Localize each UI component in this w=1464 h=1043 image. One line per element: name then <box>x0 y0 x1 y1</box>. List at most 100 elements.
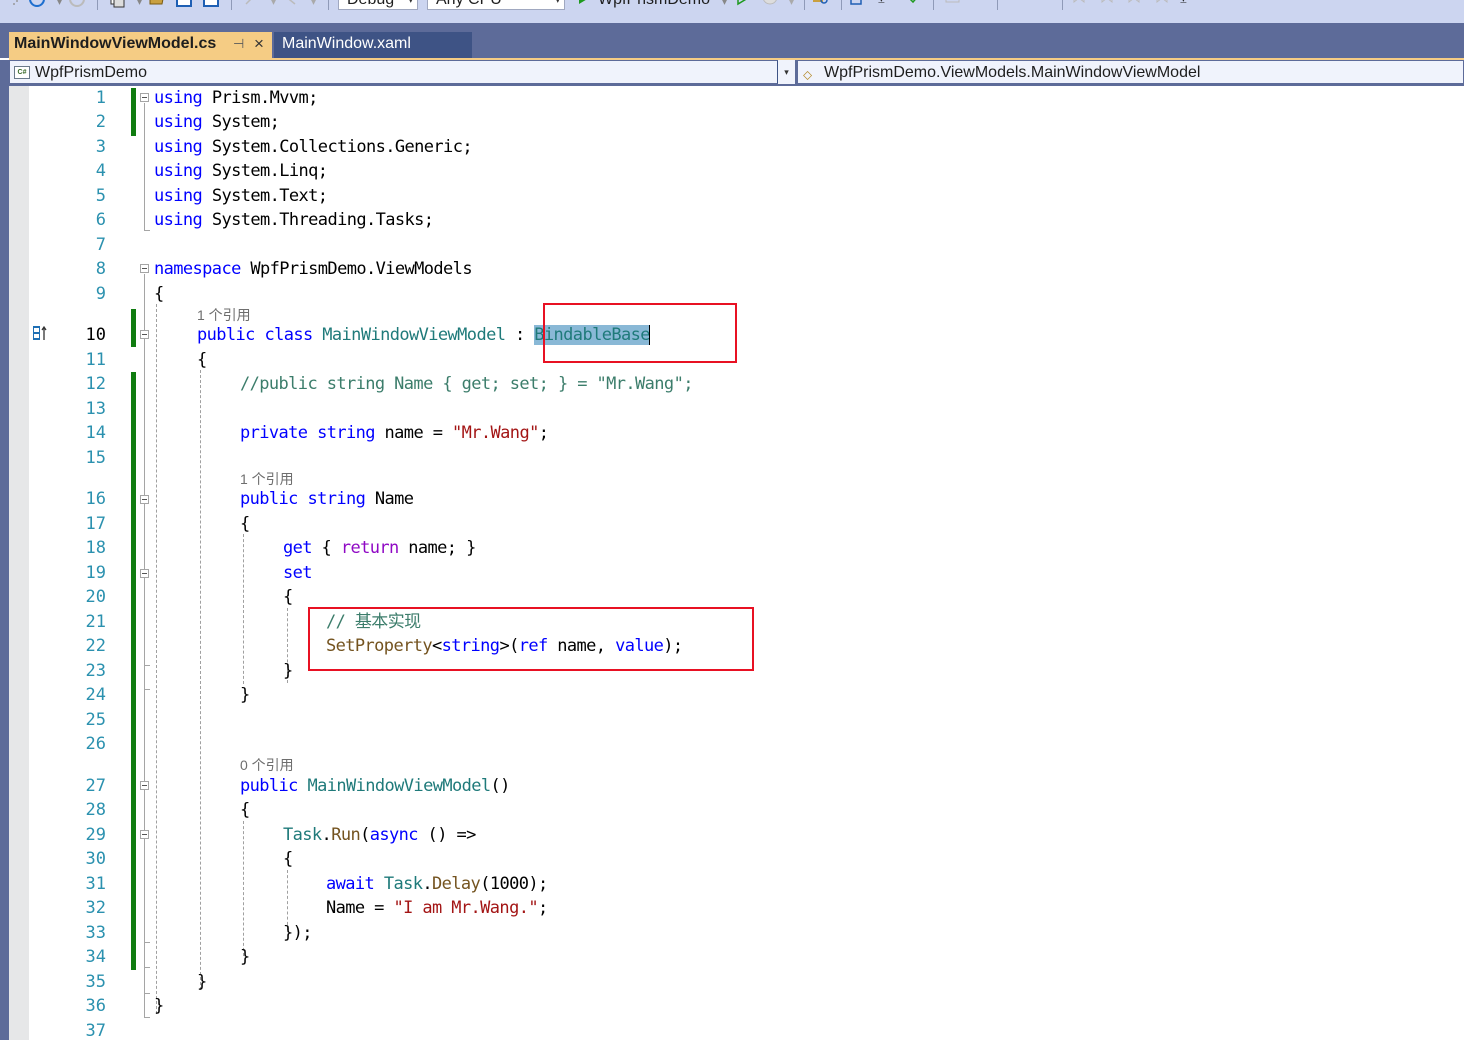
code-line-9: { <box>154 284 164 304</box>
change-indicator <box>131 88 136 136</box>
outdent-icon[interactable] <box>1035 0 1051 8</box>
redo-icon[interactable] <box>283 0 299 8</box>
line-number: 35 <box>85 972 106 992</box>
back-dropdown-icon[interactable]: ▾ <box>57 0 62 17</box>
line-number: 21 <box>85 612 106 632</box>
start-project-label[interactable]: WpfPrismDemo <box>598 0 710 11</box>
bookmark-icon[interactable] <box>1072 0 1088 8</box>
forward-icon[interactable] <box>69 0 85 8</box>
code-line-31: await Task.Delay(1000); <box>326 872 548 896</box>
project-dropdown[interactable]: C# WpfPrismDemo <box>9 60 778 84</box>
code-text: System.Collections.Generic; <box>202 137 473 157</box>
type-name: WpfPrismDemo.ViewModels.MainWindowViewMo… <box>824 64 1201 81</box>
outline-line <box>144 274 145 1018</box>
undo-dropdown-icon[interactable]: ▾ <box>271 0 276 17</box>
code-line-6: using System.Threading.Tasks; <box>154 208 434 232</box>
class-name: MainWindowViewModel <box>322 325 506 345</box>
collapse-icon[interactable] <box>140 495 149 504</box>
type-dropdown[interactable]: ⬦ WpfPrismDemo.ViewModels.MainWindowView… <box>797 60 1464 84</box>
keyword: using <box>154 88 203 108</box>
code-line-28: { <box>240 800 250 820</box>
code-text: ; <box>537 898 548 918</box>
code-text: WpfPrismDemo.ViewModels <box>240 259 472 279</box>
code-line-23: } <box>283 661 293 681</box>
back-icon[interactable] <box>29 0 45 8</box>
code-line-20: { <box>283 587 293 607</box>
code-line-3: using System.Collections.Generic; <box>154 135 473 159</box>
bookmark-clear-icon[interactable] <box>1155 0 1171 8</box>
chevron-down-icon[interactable]: ▾ <box>778 60 795 84</box>
tab-mainwindow-xaml[interactable]: MainWindow.xaml <box>274 32 472 58</box>
tab-mainwindowviewmodel-cs[interactable]: MainWindowViewModel.cs ⊣ × <box>9 32 272 58</box>
start-icon[interactable] <box>576 0 592 8</box>
collapse-icon[interactable] <box>140 93 149 102</box>
start-without-debugging-icon[interactable] <box>735 0 751 8</box>
stop-icon[interactable] <box>762 0 778 8</box>
stop-dropdown-icon[interactable]: ▾ <box>789 0 794 17</box>
new-dropdown-icon[interactable]: ▾ <box>137 0 142 17</box>
uncomment-icon[interactable] <box>970 0 986 8</box>
glyph-margin <box>9 86 29 1040</box>
line-number: 20 <box>85 587 106 607</box>
configuration-value: Debug <box>347 0 394 8</box>
chevron-down-icon: ▾ <box>555 0 560 5</box>
outline-line <box>144 103 145 230</box>
document-tab-bar: MainWindowViewModel.cs ⊣ × MainWindow.xa… <box>0 23 1464 58</box>
configuration-select[interactable]: Debug ▾ <box>338 0 418 10</box>
save-icon[interactable] <box>176 0 192 8</box>
open-folder-icon[interactable] <box>149 0 165 8</box>
line-number: 3 <box>95 137 106 157</box>
close-icon[interactable]: × <box>254 34 264 54</box>
toolbar-grip-icon <box>13 0 18 5</box>
bookmark-next-icon[interactable] <box>1127 0 1143 8</box>
new-project-icon[interactable] <box>109 0 125 8</box>
codelens-references[interactable]: 0 个引用 <box>240 755 294 775</box>
code-line-17: { <box>240 514 250 534</box>
code-line-32: Name = "I am Mr.Wang."; <box>326 896 548 920</box>
redo-dropdown-icon[interactable]: ▾ <box>311 0 316 17</box>
start-dropdown-icon[interactable]: ▾ <box>722 0 727 17</box>
codelens-references[interactable]: 1 个引用 <box>197 305 251 325</box>
line-number: 24 <box>85 685 106 705</box>
platform-select[interactable]: Any CPU ▾ <box>427 0 565 10</box>
toolbar-options-icon[interactable]: ⩡ <box>1180 0 1187 14</box>
toolbar-separator <box>933 0 934 10</box>
home-icon[interactable] <box>850 0 866 8</box>
code-text: Prism.Mvvm; <box>202 88 319 108</box>
keyword: using <box>154 137 203 157</box>
indent-icon[interactable] <box>1010 0 1026 8</box>
line-number: 15 <box>85 448 106 468</box>
check-icon[interactable] <box>907 0 923 8</box>
code-editor[interactable]: 1 2 3 4 5 6 7 8 9 10 11 12 13 14 15 16 1… <box>0 86 1464 1041</box>
line-number: 37 <box>85 1021 106 1041</box>
undo-icon[interactable] <box>244 0 260 8</box>
collapse-icon[interactable] <box>140 330 149 339</box>
implements-glyph-icon[interactable] <box>33 325 51 343</box>
line-number: 36 <box>85 996 106 1016</box>
save-all-icon[interactable] <box>203 0 219 8</box>
pin-icon[interactable]: ⊣ <box>233 36 244 52</box>
toolbar-separator <box>804 0 805 10</box>
line-number: 8 <box>95 259 106 279</box>
outline-end <box>144 1017 150 1018</box>
collapse-icon[interactable] <box>140 264 149 273</box>
codelens-references[interactable]: 1 个引用 <box>240 469 294 489</box>
outline-end <box>144 942 150 943</box>
find-icon[interactable] <box>813 0 829 8</box>
keyword: using <box>154 112 203 132</box>
line-number: 28 <box>85 800 106 820</box>
overflow-icon[interactable]: ⩡ <box>878 0 885 14</box>
line-number: 7 <box>95 235 106 255</box>
line-number: 34 <box>85 947 106 967</box>
bookmark-prev-icon[interactable] <box>1100 0 1116 8</box>
comment-icon[interactable] <box>945 0 961 8</box>
base-class-annotation <box>543 303 737 363</box>
code-text: System.Threading.Tasks; <box>202 210 434 230</box>
collapse-icon[interactable] <box>140 781 149 790</box>
collapse-icon[interactable] <box>140 830 149 839</box>
line-number: 25 <box>85 710 106 730</box>
collapse-icon[interactable] <box>140 569 149 578</box>
